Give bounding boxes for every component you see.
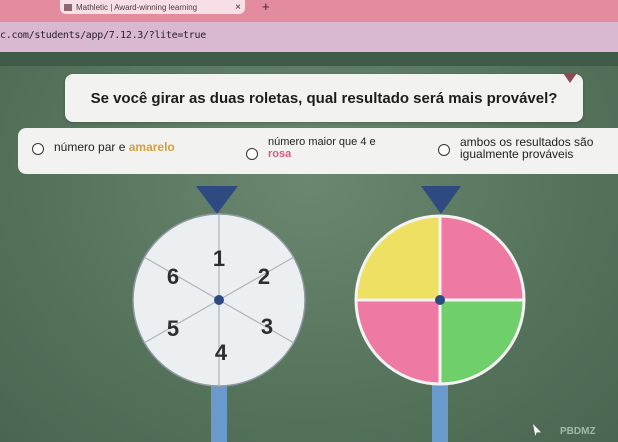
answer-options: número par e amarelo número maior que 4 …: [18, 128, 618, 174]
url-text[interactable]: c.com/students/app/7.12.3/?lite=true: [0, 30, 206, 41]
wheel-number-2: 2: [258, 264, 270, 289]
answer-1-highlight: amarelo: [128, 140, 175, 154]
answer-option-3[interactable]: ambos os resultados são igualmente prová…: [438, 136, 593, 160]
wheel-number-5: 5: [167, 316, 179, 341]
tab-title: Mathletic | Award-winning learning: [76, 2, 198, 12]
question-text: Se você girar as duas roletas, qual resu…: [90, 89, 558, 107]
number-wheel-hub: [214, 295, 224, 305]
header-band: [0, 52, 618, 66]
bookmark-icon[interactable]: [563, 73, 577, 83]
color-spinner[interactable]: [350, 180, 530, 390]
watermark: PBDMZ: [560, 426, 596, 437]
answer-2-line1: número maior que 4 e: [268, 136, 376, 148]
radio-button[interactable]: [438, 144, 450, 156]
browser-tab-bar: Mathletic | Award-winning learning × +: [0, 0, 618, 22]
tab-close-icon[interactable]: ×: [235, 2, 241, 13]
color-wheel-hub: [435, 295, 445, 305]
new-tab-button[interactable]: +: [262, 0, 270, 14]
radio-button[interactable]: [32, 143, 44, 155]
wheel-number-6: 6: [167, 264, 179, 289]
question-card: Se você girar as duas roletas, qual resu…: [65, 73, 583, 122]
tab-favicon-icon: [64, 3, 72, 11]
radio-button[interactable]: [246, 148, 258, 160]
answer-option-1[interactable]: número par e amarelo: [32, 141, 175, 155]
answer-1-text: número par e: [54, 140, 129, 154]
number-spinner[interactable]: 1 2 3 4 5 6: [128, 180, 318, 390]
browser-tab[interactable]: Mathletic | Award-winning learning ×: [60, 0, 245, 14]
wheel-number-4: 4: [215, 340, 228, 365]
answer-3-line2: igualmente prováveis: [460, 147, 574, 161]
wheel-number-3: 3: [261, 314, 273, 339]
answer-option-2[interactable]: número maior que 4 e rosa: [246, 136, 376, 160]
address-bar[interactable]: c.com/students/app/7.12.3/?lite=true: [0, 22, 618, 52]
color-spinner-pointer: [421, 186, 461, 214]
wheel-number-1: 1: [213, 246, 225, 271]
number-spinner-pointer: [196, 186, 238, 214]
answer-2-line2: rosa: [268, 148, 292, 160]
